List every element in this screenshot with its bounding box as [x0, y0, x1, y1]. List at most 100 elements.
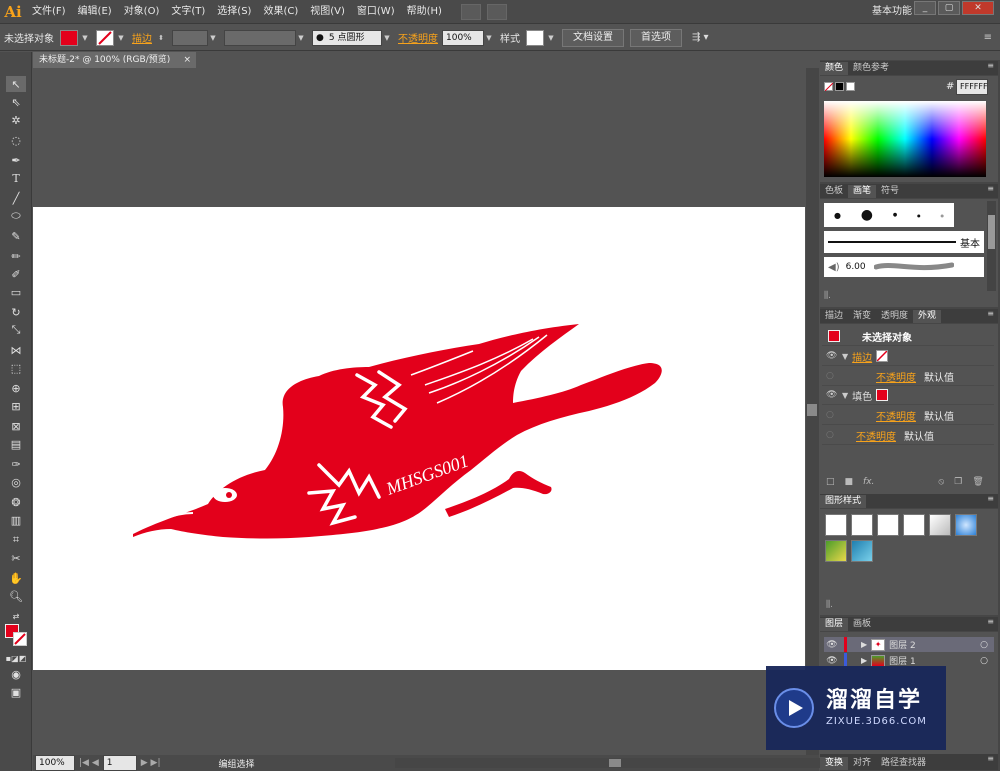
- opacity-link[interactable]: 不透明度: [398, 30, 438, 45]
- layer-row[interactable]: 👁︎ ▶ ✦ 图层 2 ○: [824, 637, 994, 652]
- chevron-down-icon[interactable]: ▼: [208, 30, 218, 46]
- delete-item-icon[interactable]: 🗑︎: [972, 477, 983, 491]
- expand-arrow-icon[interactable]: ▶: [861, 656, 867, 665]
- ellipse-tool-icon[interactable]: ⬭: [6, 208, 26, 224]
- fill-red-swatch[interactable]: [876, 389, 889, 401]
- lasso-tool-icon[interactable]: ◌: [6, 132, 26, 148]
- stepper-icon[interactable]: ⬍: [156, 30, 166, 46]
- target-icon[interactable]: ○: [980, 656, 988, 666]
- symbol-sprayer-tool-icon[interactable]: ❂: [6, 494, 26, 510]
- clear-appearance-icon[interactable]: ⦸: [938, 477, 944, 491]
- basic-brush-row[interactable]: 基本: [824, 231, 984, 253]
- brush-scroll-thumb[interactable]: [988, 215, 995, 249]
- horizontal-scroll-thumb[interactable]: [609, 759, 621, 767]
- menu-effect[interactable]: 效果(C): [257, 0, 304, 24]
- style-default-swatch[interactable]: [825, 514, 847, 536]
- swap-colors-icon[interactable]: ⇄: [6, 608, 26, 624]
- document-tab[interactable]: 未标题-2* @ 100% (RGB/预览) ×: [33, 52, 196, 68]
- brush-faint-dot-icon[interactable]: ●: [941, 213, 945, 218]
- selection-tool-icon[interactable]: ↖: [6, 76, 26, 92]
- perspective-grid-tool-icon[interactable]: ⊞: [6, 398, 26, 414]
- panel-menu-icon[interactable]: ≡: [984, 32, 992, 43]
- stroke-none-swatch[interactable]: [876, 350, 889, 362]
- panel-menu-icon[interactable]: ≡: [987, 754, 994, 763]
- art-brush-row[interactable]: ◀) 6.00: [824, 257, 984, 277]
- tab-layers[interactable]: 图层: [820, 618, 849, 631]
- pen-tool-icon[interactable]: ✒: [6, 152, 26, 168]
- preferences-button[interactable]: 首选项: [630, 28, 682, 47]
- artboard-tool-icon[interactable]: ⌗: [6, 532, 26, 548]
- tab-align[interactable]: 对齐: [848, 757, 876, 770]
- panel-menu-icon[interactable]: ≡: [987, 309, 994, 318]
- menu-edit[interactable]: 编辑(E): [72, 0, 118, 24]
- menu-window[interactable]: 窗口(W): [351, 0, 401, 24]
- bird-artwork[interactable]: MHSGS001: [33, 207, 805, 670]
- menu-file[interactable]: 文件(F): [26, 0, 72, 24]
- menu-help[interactable]: 帮助(H): [401, 0, 448, 24]
- eye-icon[interactable]: ○: [826, 410, 838, 420]
- tab-symbols[interactable]: 符号: [876, 185, 904, 198]
- last-page-icon[interactable]: ▶ ▶|: [141, 758, 161, 768]
- menu-view[interactable]: 视图(V): [304, 0, 351, 24]
- brush-small-dot-icon[interactable]: ●: [834, 211, 841, 220]
- style-outline-swatch[interactable]: [903, 514, 925, 536]
- eye-icon[interactable]: ○: [826, 430, 838, 440]
- style-white-swatch[interactable]: [877, 514, 899, 536]
- chevron-down-icon[interactable]: ▼: [546, 30, 556, 46]
- color-mode-icon[interactable]: ▪◪◩: [6, 650, 27, 666]
- slice-tool-icon[interactable]: ✂: [6, 550, 26, 566]
- stroke-link[interactable]: 描边: [132, 30, 152, 45]
- appearance-stroke-label[interactable]: 描边: [852, 349, 872, 364]
- close-button[interactable]: ✕: [962, 1, 994, 15]
- chevron-down-icon[interactable]: ▼: [382, 30, 392, 46]
- chevron-down-icon[interactable]: ▼: [80, 30, 90, 46]
- close-icon[interactable]: ×: [183, 52, 191, 68]
- blob-brush-tool-icon[interactable]: ✐: [6, 266, 26, 282]
- brush-point-dot-icon[interactable]: ●: [917, 213, 921, 218]
- mesh-tool-icon[interactable]: ⊠: [6, 418, 26, 434]
- disclosure-triangle-icon[interactable]: ▼: [842, 391, 848, 400]
- eye-icon[interactable]: 👁︎: [826, 351, 838, 361]
- workspace-switcher[interactable]: 基本功能: [872, 0, 912, 24]
- zoom-tool-icon[interactable]: 🔍︎: [6, 588, 26, 604]
- black-swatch[interactable]: [835, 82, 844, 91]
- menu-object[interactable]: 对象(O): [118, 0, 166, 24]
- vertical-scroll-thumb[interactable]: [807, 404, 817, 416]
- none-swatch-icon[interactable]: [824, 82, 833, 91]
- eraser-tool-icon[interactable]: ▭: [6, 284, 26, 300]
- style-teal-swatch[interactable]: [851, 540, 873, 562]
- brush-select[interactable]: ● 5 点圆形: [312, 29, 382, 46]
- tab-pathfinder[interactable]: 路径查找器: [876, 757, 931, 770]
- direct-selection-tool-icon[interactable]: ⇖: [6, 94, 26, 110]
- style-none-swatch[interactable]: [851, 514, 873, 536]
- arrange-icon[interactable]: ⇶ ▾: [692, 32, 709, 43]
- rotate-tool-icon[interactable]: ↻: [6, 304, 26, 320]
- duplicate-item-icon[interactable]: ❐: [954, 477, 962, 491]
- eyedropper-tool-icon[interactable]: ✑: [6, 456, 26, 472]
- page-select[interactable]: 1: [102, 755, 137, 771]
- appearance-row-fill-opacity[interactable]: ○ 不透明度 默认值: [822, 406, 994, 425]
- gradient-tool-icon[interactable]: ▤: [6, 436, 26, 452]
- eye-icon[interactable]: 👁︎: [824, 640, 840, 650]
- add-effect-icon[interactable]: fx.: [863, 477, 874, 491]
- magic-wand-tool-icon[interactable]: ✲: [6, 112, 26, 128]
- hex-input[interactable]: FFFFFF: [956, 79, 988, 95]
- tab-gradient[interactable]: 渐变: [848, 310, 876, 323]
- tab-swatches[interactable]: 色板: [820, 185, 848, 198]
- chevron-down-icon[interactable]: ▼: [484, 30, 494, 46]
- appearance-row-fill[interactable]: 👁︎ ▼ 填色: [822, 386, 994, 405]
- tab-color-guide[interactable]: 颜色参考: [848, 62, 894, 75]
- appearance-opacity-link[interactable]: 不透明度: [876, 408, 916, 423]
- column-graph-tool-icon[interactable]: ▥: [6, 512, 26, 528]
- graphic-style-swatch[interactable]: [526, 29, 544, 46]
- add-stroke-icon[interactable]: □: [826, 477, 835, 491]
- chevron-down-icon[interactable]: ▼: [296, 30, 306, 46]
- artboard[interactable]: MHSGS001: [33, 207, 805, 670]
- expand-arrow-icon[interactable]: ▶: [861, 640, 867, 649]
- eye-icon[interactable]: ○: [826, 371, 838, 381]
- appearance-row-stroke[interactable]: 👁︎ ▼ 描边: [822, 347, 994, 366]
- fill-swatch[interactable]: [60, 29, 78, 46]
- brush-tiny-dot-icon[interactable]: ●: [893, 212, 897, 218]
- pencil-tool-icon[interactable]: ✏: [6, 248, 26, 264]
- style-libraries-icon[interactable]: ⫼.: [826, 600, 833, 610]
